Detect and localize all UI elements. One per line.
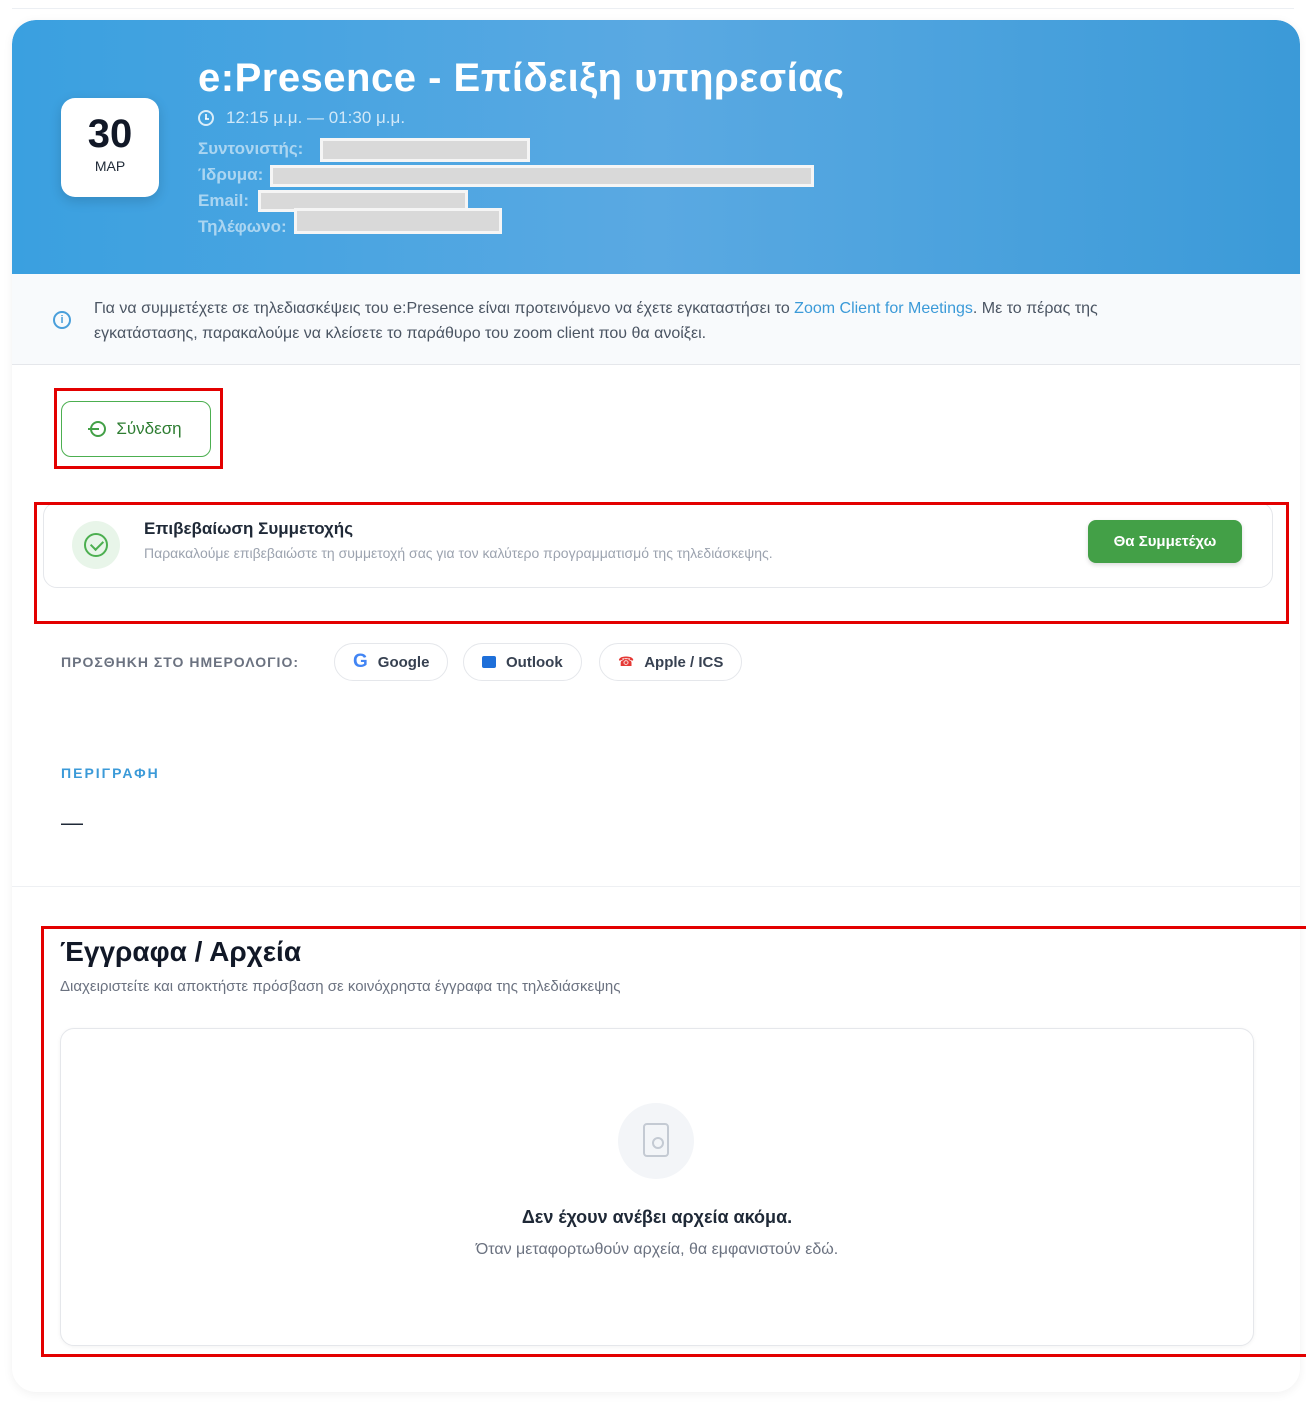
email-label: Email: <box>198 191 250 210</box>
date-tile: 30 ΜΑΡ <box>61 98 159 197</box>
outlook-icon <box>482 656 496 668</box>
documents-title: Έγγραφα / Αρχεία <box>60 936 302 967</box>
phone-label: Τηλέφωνο: <box>198 217 287 236</box>
date-month: ΜΑΡ <box>94 158 126 174</box>
event-header: 30 ΜΑΡ e:Presence - Επίδειξη υπηρεσίας 1… <box>12 20 1300 274</box>
add-to-calendar-label: ΠΡΟΣΘΗΚΗ ΣΤΟ ΗΜΕΡΟΛΟΓΙΟ: <box>61 654 299 670</box>
google-calendar-label: Google <box>377 653 430 671</box>
connect-button-label: Σύνδεση <box>116 419 182 438</box>
coordinator-label: Συντονιστής: <box>198 139 304 158</box>
event-time: 12:15 μ.μ. — 01:30 μ.μ. <box>198 108 405 128</box>
info-text-before: Για να συμμετέχετε σε τηλεδιασκέψεις του… <box>94 300 795 317</box>
will-attend-button[interactable]: Θα Συμμετέχω <box>1088 520 1242 563</box>
date-day: 30 <box>87 112 133 156</box>
redacted-institution <box>270 165 814 187</box>
google-calendar-button[interactable]: G Google <box>334 643 449 681</box>
attendance-confirmation: Επιβεβαίωση Συμμετοχής Παρακαλούμε επιβε… <box>43 502 1273 588</box>
apple-ics-label: Apple / ICS <box>644 653 724 671</box>
event-time-text: 12:15 μ.μ. — 01:30 μ.μ. <box>226 108 406 127</box>
zoom-client-link[interactable]: Zoom Client for Meetings <box>794 300 973 317</box>
empty-state-title: Δεν έχουν ανέβει αρχεία ακόμα. <box>521 1207 793 1227</box>
apple-ics-icon: ☎ <box>618 654 635 669</box>
clock-icon <box>198 110 214 126</box>
outlook-calendar-label: Outlook <box>506 653 563 671</box>
top-divider <box>12 8 1294 9</box>
confirmation-title: Επιβεβαίωση Συμμετοχής <box>144 519 354 538</box>
file-icon <box>618 1103 694 1179</box>
confirmation-description: Παρακαλούμε επιβεβαιώστε τη συμμετοχή σα… <box>144 545 773 561</box>
info-icon: i <box>53 311 71 329</box>
zoom-info-bar: i Για να συμμετέχετε σε τηλεδιασκέψεις τ… <box>12 274 1300 365</box>
login-icon <box>88 421 107 437</box>
check-circle-icon <box>72 521 120 569</box>
connect-button[interactable]: Σύνδεση <box>61 401 211 457</box>
event-card: 30 ΜΑΡ e:Presence - Επίδειξη υπηρεσίας 1… <box>12 20 1300 1392</box>
info-text: Για να συμμετέχετε σε τηλεδιασκέψεις του… <box>94 296 1184 346</box>
apple-ics-button[interactable]: ☎ Apple / ICS <box>599 643 743 681</box>
event-title: e:Presence - Επίδειξη υπηρεσίας <box>198 56 845 100</box>
documents-subtitle: Διαχειριστείτε και αποκτήστε πρόσβαση σε… <box>60 978 621 995</box>
documents-empty-state: Δεν έχουν ανέβει αρχεία ακόμα. Όταν μετα… <box>60 1028 1254 1346</box>
redacted-phone <box>294 208 502 234</box>
section-divider <box>12 886 1300 887</box>
description-heading: ΠΕΡΙΓΡΑΦΗ <box>61 765 160 781</box>
outlook-calendar-button[interactable]: Outlook <box>463 643 582 681</box>
google-icon: G <box>353 651 368 672</box>
empty-state-subtitle: Όταν μεταφορτωθούν αρχεία, θα εμφανιστού… <box>475 1241 839 1258</box>
redacted-coordinator <box>320 138 530 162</box>
institution-label: Ίδρυμα: <box>198 165 264 184</box>
description-value: — <box>61 810 83 835</box>
